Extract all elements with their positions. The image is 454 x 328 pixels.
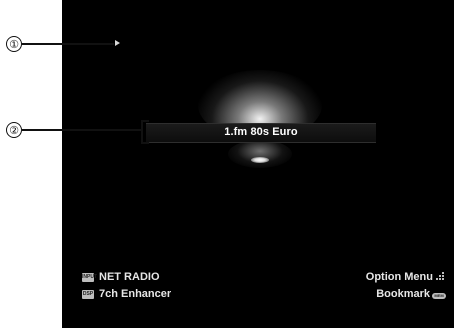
station-glow-dot <box>251 157 269 163</box>
play-icon <box>115 40 120 46</box>
station-name[interactable]: 1.fm 80s Euro <box>146 123 376 141</box>
station-glow-lower <box>228 140 292 168</box>
callout-2-leader-line <box>22 129 142 131</box>
callout-2-bracket <box>141 120 149 144</box>
input-source-row: INPUT NET RADIO <box>82 271 160 283</box>
manual-figure: 1.fm 80s Euro INPUT NET RADIO DSP 7ch En… <box>0 0 454 328</box>
bookmark-label: Bookmark <box>376 288 430 300</box>
dsp-program-label: 7ch Enhancer <box>99 288 172 300</box>
callout-1-number: ① <box>6 36 22 52</box>
callout-1: ① <box>6 36 114 52</box>
bookmark-hint[interactable]: Bookmark MEM <box>376 288 446 300</box>
dsp-program-row: DSP 7ch Enhancer <box>82 288 171 300</box>
option-menu-hint[interactable]: Option Menu <box>366 271 446 283</box>
tv-screen: 1.fm 80s Euro INPUT NET RADIO DSP 7ch En… <box>62 0 454 328</box>
input-source-label: NET RADIO <box>99 271 160 283</box>
callout-1-leader-line <box>22 43 114 45</box>
input-key-icon: INPUT <box>82 272 97 282</box>
callout-2-number: ② <box>6 122 22 138</box>
option-menu-label: Option Menu <box>365 271 433 283</box>
dsp-key-icon: DSP <box>82 289 94 299</box>
memory-key-icon: MEM <box>432 292 446 299</box>
callout-2: ② <box>6 122 142 138</box>
option-grid-icon <box>436 272 446 282</box>
